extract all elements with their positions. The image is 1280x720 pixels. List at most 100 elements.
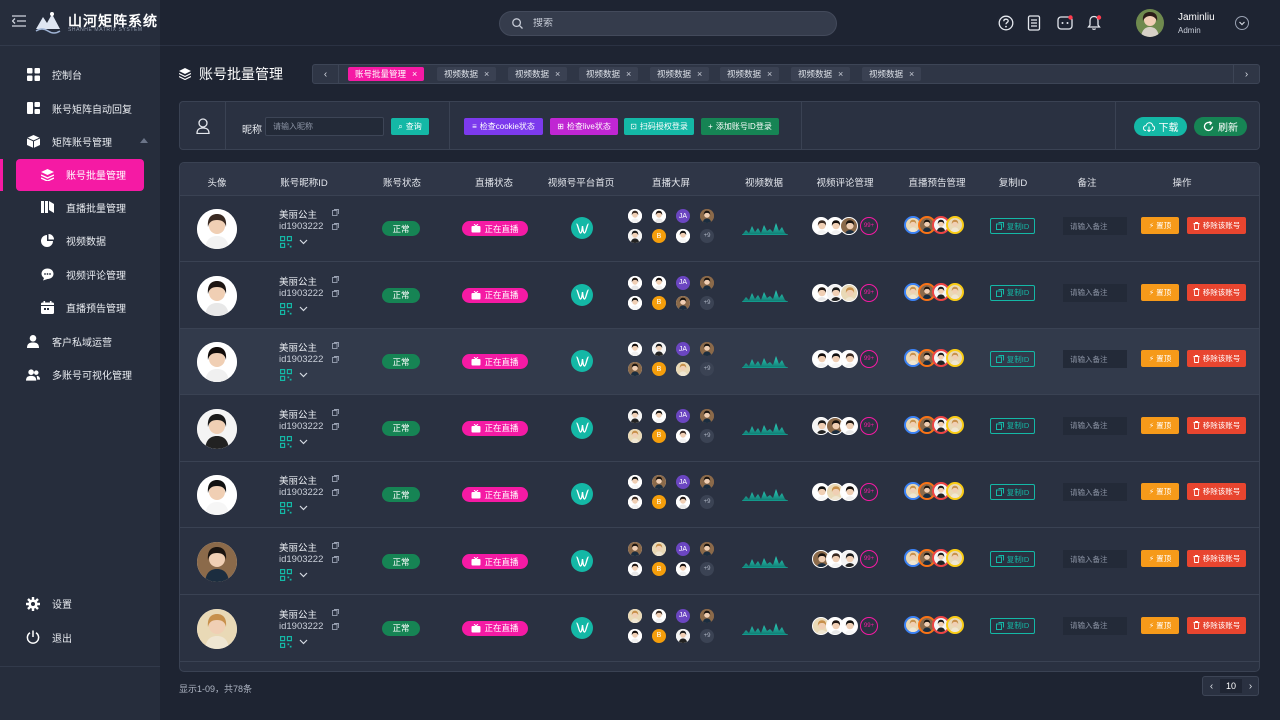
copy-icon[interactable] bbox=[332, 342, 339, 350]
copy-id-button[interactable]: 复制ID bbox=[990, 551, 1035, 567]
pin-button[interactable]: ⚡ 置顶 bbox=[1141, 350, 1179, 368]
chevron-left-icon[interactable]: ‹ bbox=[1203, 677, 1220, 695]
remove-account-button[interactable]: 移除该账号 bbox=[1187, 283, 1246, 301]
sidebar-item-private-domain[interactable]: 客户私域运营 bbox=[0, 325, 160, 359]
check-live-button[interactable]: ⊞ 检查live状态 bbox=[550, 118, 618, 135]
tab-video-data[interactable]: 视频数据 × bbox=[579, 67, 639, 81]
copy-icon[interactable] bbox=[332, 556, 339, 563]
close-icon[interactable]: × bbox=[412, 69, 417, 79]
pin-button[interactable]: ⚡ 置顶 bbox=[1141, 483, 1179, 501]
sidebar-item-settings[interactable]: 设置 bbox=[0, 587, 160, 621]
sidebar-item-account-batch[interactable]: 账号批量管理 bbox=[0, 158, 144, 191]
avatar[interactable] bbox=[197, 475, 237, 516]
avatar[interactable] bbox=[197, 342, 237, 383]
sparkline-icon[interactable] bbox=[742, 350, 788, 369]
close-icon[interactable]: × bbox=[697, 69, 702, 79]
search-input[interactable] bbox=[533, 18, 813, 29]
copy-icon[interactable] bbox=[332, 209, 339, 216]
copy-id-button[interactable]: 复制ID bbox=[990, 351, 1035, 368]
tab-video-data[interactable]: 视频数据 × bbox=[862, 67, 922, 81]
copy-id-button[interactable]: 复制ID bbox=[990, 417, 1035, 434]
copy-icon[interactable] bbox=[332, 408, 339, 416]
refresh-button[interactable]: 刷新 bbox=[1194, 117, 1247, 136]
sidebar-item-multi-account-visual[interactable]: 多账号可视化管理 bbox=[0, 358, 160, 392]
tab-video-data[interactable]: 视频数据 × bbox=[508, 67, 568, 81]
copy-icon[interactable] bbox=[332, 489, 339, 497]
chevron-down-icon[interactable] bbox=[299, 639, 308, 645]
channels-home-icon[interactable] bbox=[571, 616, 593, 639]
copy-id-button[interactable]: 复制ID bbox=[990, 617, 1035, 634]
chevron-down-icon[interactable] bbox=[299, 439, 308, 445]
comments-more-count[interactable]: 99+ bbox=[860, 350, 878, 369]
close-icon[interactable]: × bbox=[909, 69, 914, 79]
note-input[interactable] bbox=[1063, 416, 1127, 435]
chevron-right-icon[interactable]: › bbox=[1233, 65, 1259, 83]
menu-toggle-icon[interactable] bbox=[12, 15, 26, 27]
qrcode-icon[interactable] bbox=[280, 236, 292, 248]
note-input[interactable] bbox=[1063, 483, 1127, 502]
avatar[interactable] bbox=[197, 608, 237, 649]
message-icon[interactable] bbox=[1057, 15, 1073, 31]
remove-account-button[interactable]: 移除该账号 bbox=[1187, 616, 1246, 634]
avatar[interactable] bbox=[1136, 9, 1164, 37]
sparkline-icon[interactable] bbox=[742, 284, 788, 302]
close-icon[interactable]: × bbox=[626, 69, 631, 79]
chevron-down-icon[interactable] bbox=[1235, 16, 1249, 30]
comments-more-count[interactable]: 99+ bbox=[860, 616, 878, 635]
qrcode-icon[interactable] bbox=[280, 635, 292, 648]
sidebar-item-video-comments[interactable]: 视频评论管理 bbox=[0, 258, 160, 292]
pin-button[interactable]: ⚡ 置顶 bbox=[1141, 616, 1179, 634]
sidebar-item-video-data[interactable]: 视频数据 bbox=[0, 224, 160, 258]
user-menu[interactable]: Jaminliu Admin bbox=[1136, 9, 1280, 39]
sparkline-icon[interactable] bbox=[742, 417, 788, 435]
close-icon[interactable]: × bbox=[838, 69, 843, 79]
chevron-left-icon[interactable]: ‹ bbox=[313, 65, 339, 83]
sparkline-icon[interactable] bbox=[742, 550, 788, 568]
chevron-down-icon[interactable] bbox=[299, 505, 308, 511]
bell-icon[interactable] bbox=[1086, 15, 1102, 31]
avatar[interactable] bbox=[197, 275, 237, 316]
pin-button[interactable]: ⚡ 置顶 bbox=[1141, 283, 1179, 301]
sidebar-item-live-batch[interactable]: 直播批量管理 bbox=[0, 191, 160, 225]
sidebar-item-dashboard[interactable]: 控制台 bbox=[0, 58, 160, 92]
note-input[interactable] bbox=[1063, 283, 1127, 302]
channels-home-icon[interactable] bbox=[571, 483, 593, 506]
copy-icon[interactable] bbox=[332, 289, 339, 297]
close-icon[interactable]: × bbox=[555, 69, 560, 79]
sidebar-item-auto-reply[interactable]: 账号矩阵自动回复 bbox=[0, 92, 160, 126]
close-icon[interactable]: × bbox=[767, 69, 772, 79]
comments-more-count[interactable]: 99+ bbox=[860, 550, 878, 568]
remove-account-button[interactable]: 移除该账号 bbox=[1187, 483, 1246, 501]
chevron-down-icon[interactable] bbox=[299, 372, 308, 378]
qrcode-icon[interactable] bbox=[280, 435, 292, 448]
tab-account-batch[interactable]: 账号批量管理 × bbox=[348, 67, 425, 81]
avatar[interactable] bbox=[197, 408, 237, 449]
note-input[interactable] bbox=[1063, 217, 1127, 235]
channels-home-icon[interactable] bbox=[571, 217, 593, 239]
download-button[interactable]: 下载 bbox=[1134, 117, 1187, 136]
note-input[interactable] bbox=[1063, 350, 1127, 369]
pin-button[interactable]: ⚡ 置顶 bbox=[1141, 217, 1179, 234]
copy-id-button[interactable]: 复制ID bbox=[990, 484, 1035, 501]
comments-more-count[interactable]: 99+ bbox=[860, 283, 878, 302]
sidebar-item-matrix-accounts[interactable]: 矩阵账号管理 bbox=[0, 125, 160, 159]
check-cookie-button[interactable]: ≡ 检查cookie状态 bbox=[464, 118, 543, 135]
copy-id-button[interactable]: 复制ID bbox=[990, 284, 1035, 301]
note-input[interactable] bbox=[1063, 550, 1127, 568]
copy-icon[interactable] bbox=[332, 622, 339, 630]
chevron-right-icon[interactable]: › bbox=[1242, 677, 1259, 695]
comments-more-count[interactable]: 99+ bbox=[860, 483, 878, 502]
remove-account-button[interactable]: 移除该账号 bbox=[1187, 550, 1246, 567]
close-icon[interactable]: × bbox=[484, 69, 489, 79]
copy-icon[interactable] bbox=[332, 223, 339, 230]
copy-icon[interactable] bbox=[332, 608, 339, 616]
remove-account-button[interactable]: 移除该账号 bbox=[1187, 217, 1246, 234]
copy-id-button[interactable]: 复制ID bbox=[990, 218, 1035, 234]
remove-account-button[interactable]: 移除该账号 bbox=[1187, 416, 1246, 434]
document-icon[interactable] bbox=[1026, 15, 1042, 31]
tab-video-data[interactable]: 视频数据 × bbox=[720, 67, 780, 81]
comments-more-count[interactable]: 99+ bbox=[860, 217, 878, 235]
avatar[interactable] bbox=[197, 209, 237, 249]
search-box[interactable] bbox=[499, 11, 837, 36]
add-id-login-button[interactable]: + 添加账号ID登录 bbox=[701, 118, 779, 135]
